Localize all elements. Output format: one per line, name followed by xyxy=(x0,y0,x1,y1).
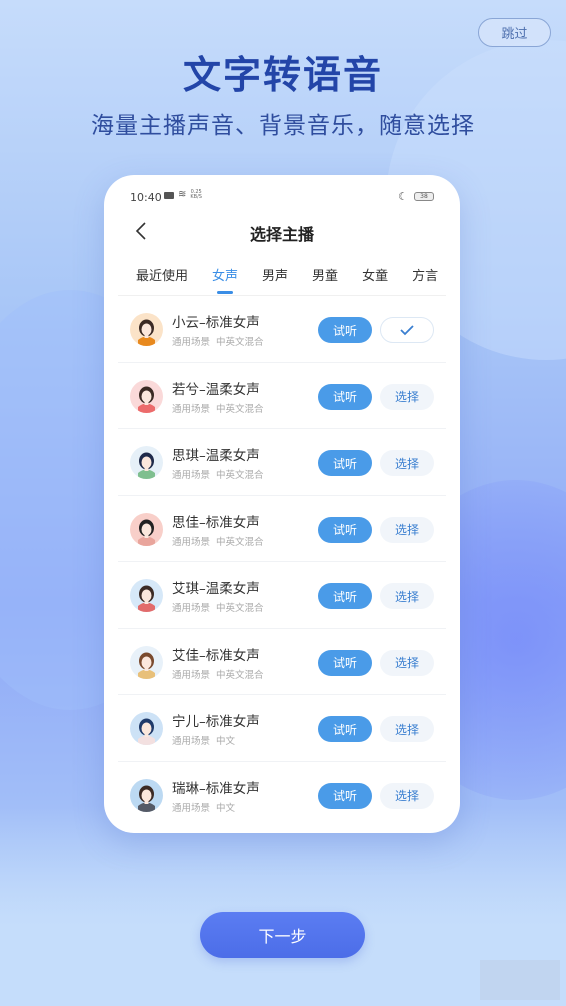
voice-tag: 通用场景 xyxy=(172,802,211,814)
voice-tag: 通用场景 xyxy=(172,337,211,348)
voice-tag: 中文 xyxy=(216,736,236,747)
voice-tag: 中英文混合 xyxy=(216,536,264,548)
tab-5[interactable]: 方言 xyxy=(412,265,438,295)
voice-list-item[interactable]: 瑞琳–标准女声 通用场景 中文 试听 选择 xyxy=(118,762,446,829)
voice-name: 若兮–温柔女声 xyxy=(172,381,260,398)
tab-2[interactable]: 男声 xyxy=(262,265,288,295)
listen-button[interactable]: 试听 xyxy=(318,716,372,742)
voice-avatar-icon xyxy=(130,379,163,413)
select-button[interactable]: 选择 xyxy=(380,583,434,609)
nav-bar: 选择主播 xyxy=(104,217,460,247)
voice-list-item[interactable]: 思佳–标准女声 通用场景 中英文混合 试听 选择 xyxy=(118,496,446,562)
listen-button[interactable]: 试听 xyxy=(318,317,372,343)
select-button[interactable]: 选择 xyxy=(380,649,434,676)
voice-tag: 通用场景 xyxy=(172,669,211,681)
check-icon xyxy=(400,325,414,336)
tab-1[interactable]: 女声 xyxy=(212,265,238,295)
voice-list-item[interactable]: 思琪–温柔女声 通用场景 中英文混合 试听 选择 xyxy=(118,429,446,496)
select-button[interactable]: 选择 xyxy=(380,450,434,476)
voice-tags: 通用场景 中英文混合 xyxy=(172,467,270,481)
listen-button[interactable]: 试听 xyxy=(318,383,372,410)
voice-list-item[interactable]: 艾佳–标准女声 通用场景 中英文混合 试听 选择 xyxy=(118,629,446,695)
voice-list-item[interactable]: 小云–标准女声 通用场景 中英文混合 试听 xyxy=(118,296,446,363)
voice-list-item[interactable]: 艾琪–温柔女声 通用场景 中英文混合 试听 选择 xyxy=(118,562,446,629)
voice-avatar-icon xyxy=(130,579,163,612)
skip-button[interactable]: 跳过 xyxy=(478,18,551,47)
voice-tags: 通用场景 中英文混合 xyxy=(172,667,270,681)
select-button[interactable]: 选择 xyxy=(380,516,434,543)
voice-tag: 中英文混合 xyxy=(216,337,264,348)
voice-tag: 中英文混合 xyxy=(216,669,264,681)
voice-avatar-icon xyxy=(130,313,163,346)
select-button[interactable]: 选择 xyxy=(380,716,434,742)
voice-name: 思佳–标准女声 xyxy=(172,514,260,531)
voice-tag: 通用场景 xyxy=(172,603,211,614)
voice-tag: 中英文混合 xyxy=(216,403,264,415)
voice-avatar-icon xyxy=(130,778,163,812)
listen-button[interactable]: 试听 xyxy=(318,516,372,543)
moon-icon: ☾ xyxy=(398,190,408,203)
voice-name: 小云–标准女声 xyxy=(172,315,260,331)
voice-avatar-icon xyxy=(130,712,163,745)
voice-tags: 通用场景 中英文混合 xyxy=(172,534,270,548)
select-button[interactable]: 选择 xyxy=(380,782,434,809)
voice-tags: 通用场景 中文 xyxy=(172,800,241,814)
voice-tag: 通用场景 xyxy=(172,736,211,747)
voice-avatar-icon xyxy=(130,645,163,679)
voice-tags: 通用场景 中文 xyxy=(172,733,241,747)
page-subtitle: 海量主播声音、背景音乐，随意选择 xyxy=(91,113,475,139)
tab-0[interactable]: 最近使用 xyxy=(136,265,188,295)
tab-4[interactable]: 女童 xyxy=(362,265,388,295)
voice-tag: 通用场景 xyxy=(172,403,211,415)
voice-tags: 通用场景 中英文混合 xyxy=(172,334,270,348)
listen-button[interactable]: 试听 xyxy=(318,450,372,476)
voice-list-item[interactable]: 若兮–温柔女声 通用场景 中英文混合 试听 选择 xyxy=(118,363,446,429)
sim-card-icon xyxy=(164,191,174,199)
watermark xyxy=(480,960,560,1000)
listen-button[interactable]: 试听 xyxy=(318,583,372,609)
voice-name: 宁儿–标准女声 xyxy=(172,714,260,730)
tab-3[interactable]: 男童 xyxy=(312,265,338,295)
voice-tag: 中英文混合 xyxy=(216,470,264,481)
voice-list: 小云–标准女声 通用场景 中英文混合 试听 若兮–温柔女声 通用场景 中英文混合 试… xyxy=(118,295,446,828)
select-button[interactable]: 选择 xyxy=(380,383,434,410)
voice-avatar-icon xyxy=(130,512,163,546)
phone-mockup: 10:40 ≋ 0.25 KB/S ☾ 38 选择主播 最近使用 女声 男声 男童 女童… xyxy=(104,175,460,833)
voice-tag: 中英文混合 xyxy=(216,603,264,614)
voice-name: 艾佳–标准女声 xyxy=(172,647,260,664)
battery-icon: 38 xyxy=(414,192,434,201)
voice-tag: 通用场景 xyxy=(172,470,211,481)
voice-name: 瑞琳–标准女声 xyxy=(172,780,260,797)
page-title: 文字转语音 xyxy=(182,53,383,97)
status-bar: 10:40 ≋ 0.25 KB/S ☾ 38 xyxy=(104,187,460,207)
voice-avatar-icon xyxy=(130,446,163,479)
voice-tags: 通用场景 中英文混合 xyxy=(172,401,270,415)
voice-tag: 中文 xyxy=(216,802,236,814)
network-speed: 0.25 KB/S xyxy=(190,189,202,200)
nav-title: 选择主播 xyxy=(249,225,314,244)
voice-tags: 通用场景 中英文混合 xyxy=(172,600,270,614)
listen-button[interactable]: 试听 xyxy=(318,649,372,676)
voice-list-item[interactable]: 宁儿–标准女声 通用场景 中文 试听 选择 xyxy=(118,695,446,762)
voice-name: 艾琪–温柔女声 xyxy=(172,581,260,597)
voice-name: 思琪–温柔女声 xyxy=(172,448,260,464)
next-step-button[interactable]: 下一步 xyxy=(200,912,365,958)
status-time: 10:40 xyxy=(130,191,162,204)
listen-button[interactable]: 试听 xyxy=(318,782,372,809)
voice-tag: 通用场景 xyxy=(172,536,211,548)
selected-check-button[interactable] xyxy=(380,317,434,343)
wifi-icon: ≋ xyxy=(178,189,187,200)
category-tabs: 最近使用 女声 男声 男童 女童 方言 xyxy=(136,265,460,295)
